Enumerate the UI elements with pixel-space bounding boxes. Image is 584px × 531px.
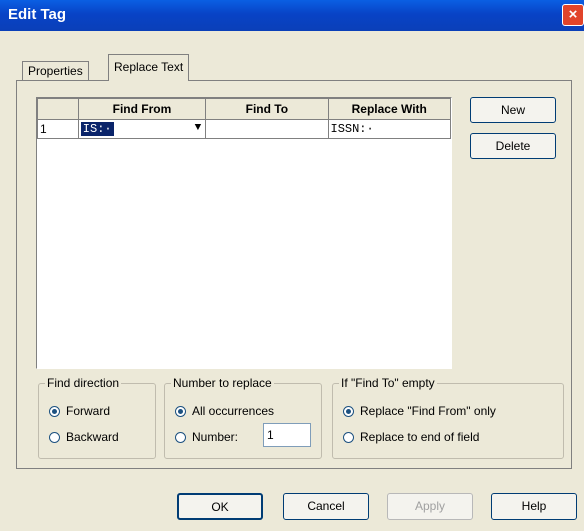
cell-find-from[interactable]: IS:· ▼ (77, 119, 207, 139)
if-find-to-empty-label: If "Find To" empty (339, 376, 437, 390)
header-replace-with[interactable]: Replace With (327, 98, 451, 120)
radio-backward[interactable]: Backward (49, 430, 119, 444)
find-direction-group: Find direction Forward Backward (38, 376, 156, 459)
cancel-button[interactable]: Cancel (283, 493, 369, 520)
row-number: 1 (37, 119, 79, 139)
close-icon: × (568, 6, 578, 23)
radio-selected-icon (175, 405, 186, 417)
header-row: Find From Find To Replace With (37, 98, 451, 120)
radio-all-occurrences[interactable]: All occurrences (175, 404, 274, 418)
replace-grid[interactable]: Find From Find To Replace With 1 IS:· ▼ … (36, 97, 452, 369)
help-button[interactable]: Help (491, 493, 577, 520)
number-to-replace-group: Number to replace All occurrences Number… (164, 376, 322, 459)
close-button[interactable]: × (562, 4, 584, 26)
header-find-from[interactable]: Find From (77, 98, 207, 120)
edit-tag-dialog: Edit Tag × Properties Replace Text Find … (0, 0, 584, 531)
cell-find-to[interactable] (205, 119, 329, 139)
replace-table: Find From Find To Replace With 1 IS:· ▼ … (37, 98, 451, 139)
find-direction-label: Find direction (45, 376, 122, 390)
new-button[interactable]: New (470, 97, 556, 123)
radio-replace-to-end-label: Replace to end of field (360, 430, 480, 444)
radio-number-label: Number: (192, 430, 239, 444)
radio-number[interactable]: Number: (175, 430, 238, 444)
if-find-to-empty-group: If "Find To" empty Replace "Find From" o… (332, 376, 564, 459)
header-find-to[interactable]: Find To (205, 98, 329, 120)
radio-unselected-icon (49, 431, 60, 443)
window-title: Edit Tag (8, 6, 67, 23)
radio-replace-to-end[interactable]: Replace to end of field (343, 430, 479, 444)
ok-button[interactable]: OK (177, 493, 263, 520)
radio-replace-find-from-only[interactable]: Replace "Find From" only (343, 404, 496, 418)
radio-forward-label: Forward (66, 404, 111, 418)
number-to-replace-label: Number to replace (171, 376, 274, 390)
corner-header (37, 98, 79, 120)
apply-button[interactable]: Apply (387, 493, 473, 520)
radio-backward-label: Backward (66, 430, 119, 444)
delete-button[interactable]: Delete (470, 133, 556, 159)
tab-replace-text[interactable]: Replace Text (108, 54, 190, 81)
radio-unselected-icon (343, 431, 354, 443)
title-bar[interactable]: Edit Tag × (0, 0, 584, 31)
radio-selected-icon (49, 405, 60, 417)
cell-replace-with[interactable]: ISSN:· (327, 119, 451, 139)
radio-all-label: All occurrences (192, 404, 275, 418)
radio-forward[interactable]: Forward (49, 404, 110, 418)
radio-replace-only-label: Replace "Find From" only (360, 404, 496, 418)
find-from-value[interactable]: IS:· (80, 122, 114, 136)
radio-unselected-icon (175, 431, 186, 443)
radio-selected-icon (343, 405, 354, 417)
tab-properties[interactable]: Properties (22, 61, 89, 80)
table-row[interactable]: 1 IS:· ▼ ISSN:· (37, 119, 451, 139)
number-input[interactable]: 1 (263, 423, 311, 447)
dropdown-arrow-icon[interactable]: ▼ (195, 122, 202, 134)
